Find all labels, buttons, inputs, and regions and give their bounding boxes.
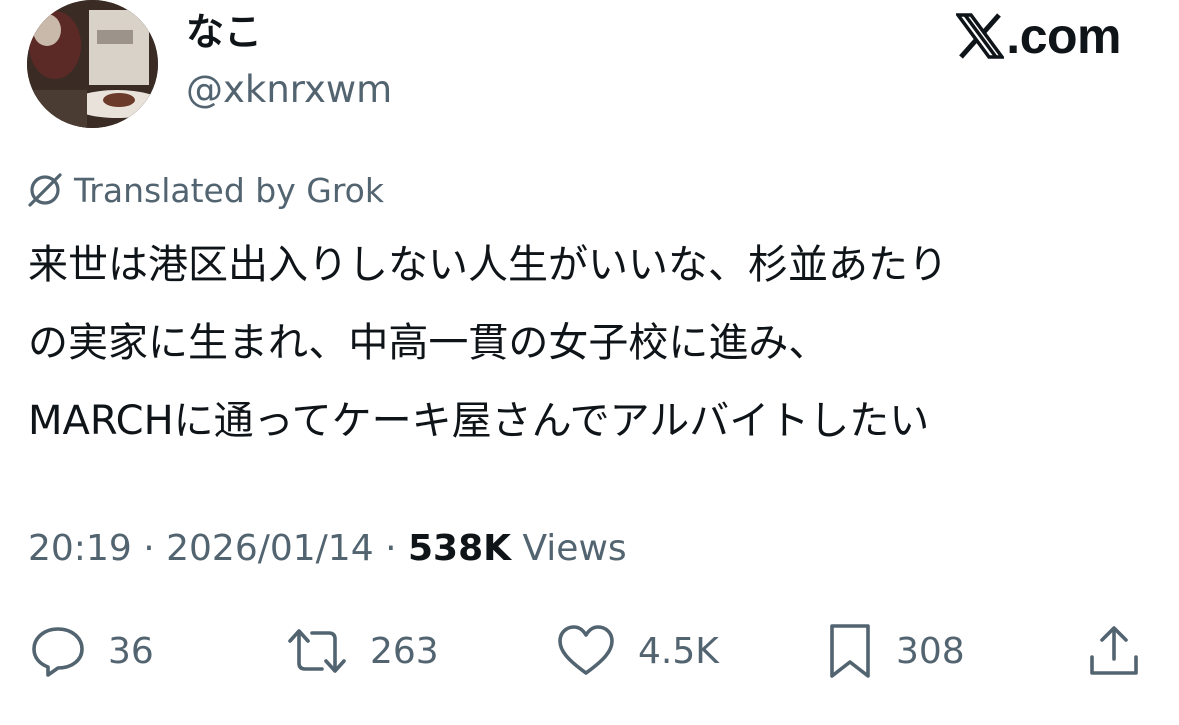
meta-separator: ·: [143, 528, 155, 569]
tweet-line: 来世は港区出入りしない人生がいいな、杉並あたり: [28, 242, 948, 288]
x-brand: .com: [956, 10, 1121, 62]
like-count: 4.5K: [638, 630, 719, 672]
views-count[interactable]: 538K: [408, 528, 511, 569]
tweet-line: の実家に生まれ、中高一貫の女子校に進み、: [28, 320, 829, 366]
tweet-date[interactable]: 2026/01/14: [166, 528, 374, 569]
repost-button[interactable]: 263: [286, 620, 439, 682]
share-icon: [1086, 623, 1142, 679]
like-button[interactable]: 4.5K: [556, 620, 719, 682]
display-name[interactable]: なこ: [186, 10, 262, 54]
reply-icon: [30, 623, 86, 679]
tweet-time[interactable]: 20:19: [28, 528, 132, 569]
repost-count: 263: [370, 630, 439, 672]
translation-label[interactable]: Translated by Grok: [26, 168, 384, 212]
heart-icon: [556, 623, 616, 679]
user-handle[interactable]: @xknrxwm: [186, 68, 392, 112]
tweet-text: 来世は港区出入りしない人生がいいな、杉並あたり の実家に生まれ、中高一貫の女子校…: [28, 226, 1138, 460]
avatar-photo: [27, 0, 158, 128]
repost-icon: [286, 623, 348, 679]
brand-text: .com: [1006, 8, 1121, 64]
bookmark-button[interactable]: 308: [826, 620, 965, 682]
reply-count: 36: [108, 630, 154, 672]
bookmark-count: 308: [896, 630, 965, 672]
share-button[interactable]: [1086, 620, 1142, 682]
x-logo-icon: [956, 13, 1005, 59]
avatar[interactable]: [27, 0, 158, 128]
views-label: Views: [522, 528, 627, 569]
tweet-meta: 20:19 · 2026/01/14 · 538K Views: [28, 524, 627, 574]
grok-icon: [26, 171, 64, 209]
tweet-line: MARCHに通ってケーキ屋さんでアルバイトしたい: [28, 398, 930, 444]
action-bar: 36 263 4.5K 308: [0, 620, 1179, 682]
reply-button[interactable]: 36: [30, 620, 154, 682]
meta-separator: ·: [385, 528, 397, 569]
translation-text: Translated by Grok: [74, 170, 384, 210]
bookmark-icon: [826, 622, 874, 680]
